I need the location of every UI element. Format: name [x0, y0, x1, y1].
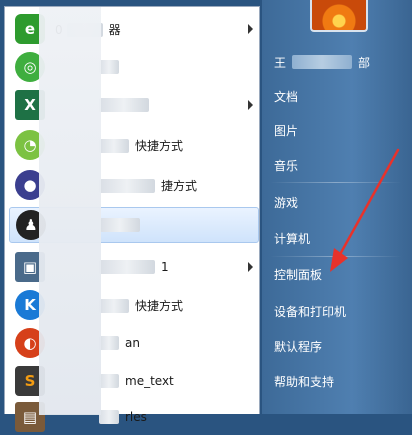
start-menu: e 0器 ◎ X ◔ 快捷方式 ● 捷方式 ♟ ▣ 1 — [0, 0, 412, 432]
place-item-control-panel[interactable]: 控制面板 — [268, 260, 406, 288]
blurred-text — [100, 218, 140, 233]
blurred-text — [99, 260, 155, 275]
program-label-7: 快捷方式 — [135, 298, 184, 313]
privacy-blur — [39, 7, 101, 415]
blurred-text — [99, 336, 119, 351]
submenu-arrow-icon — [248, 100, 253, 110]
user-name-end: 部 — [358, 55, 371, 70]
place-item-pictures[interactable]: 图片 — [268, 116, 406, 144]
program-label-9: me_text — [125, 373, 174, 388]
place-item-devices-printers[interactable]: 设备和打印机 — [268, 297, 406, 325]
program-label-8: an — [125, 335, 140, 350]
blurred-text — [99, 410, 119, 425]
blurred-text — [99, 60, 119, 75]
program-label-0: 器 — [108, 22, 121, 37]
blurred-text — [99, 98, 149, 113]
place-item-default-programs[interactable]: 默认程序 — [268, 332, 406, 360]
user-name-start: 王 — [274, 55, 287, 70]
program-label-10: rles — [125, 409, 147, 424]
submenu-arrow-icon — [248, 262, 253, 272]
blurred-text — [99, 299, 129, 313]
place-item-games[interactable]: 游戏 — [268, 188, 406, 216]
blurred-text — [99, 179, 155, 193]
place-item-help-support[interactable]: 帮助和支持 — [268, 367, 406, 395]
place-item-music[interactable]: 音乐 — [268, 151, 406, 179]
submenu-arrow-icon — [248, 24, 253, 34]
program-label-3: 快捷方式 — [135, 138, 184, 153]
separator — [270, 256, 402, 257]
blurred-text — [99, 374, 119, 389]
place-item-documents[interactable]: 文档 — [268, 82, 406, 110]
blurred-text — [99, 139, 129, 153]
program-label-4: 捷方式 — [161, 178, 198, 193]
place-item-user[interactable]: 王部 — [268, 48, 406, 76]
places-pane: 王部 文档 图片 音乐 游戏 计算机 控制面板 设备和打印机 默认程序 帮助和支… — [262, 0, 412, 414]
separator — [270, 182, 402, 183]
place-item-computer[interactable]: 计算机 — [268, 224, 406, 252]
blurred-text — [292, 55, 353, 69]
user-picture[interactable] — [310, 0, 368, 32]
program-label-6: 1 — [161, 259, 169, 274]
program-list: e 0器 ◎ X ◔ 快捷方式 ● 捷方式 ♟ ▣ 1 — [4, 6, 260, 432]
